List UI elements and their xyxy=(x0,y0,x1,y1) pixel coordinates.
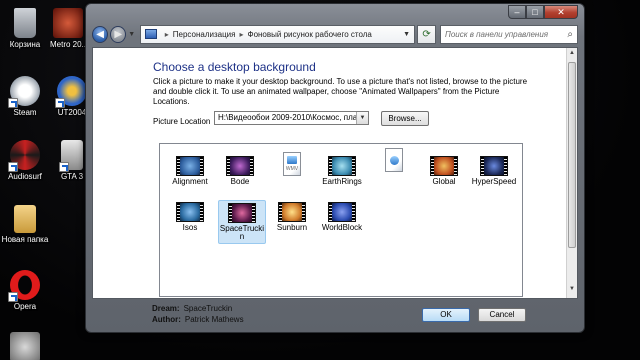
wallpaper-item-document-file[interactable] xyxy=(370,148,418,174)
wmv-file-icon: WMV xyxy=(283,152,301,176)
refresh-button[interactable]: ⟳ xyxy=(417,24,437,44)
video-thumbnail-icon xyxy=(278,202,306,222)
wallpaper-name: Alignment xyxy=(172,177,208,186)
cancel-button[interactable]: Cancel xyxy=(478,308,526,322)
ok-button[interactable]: OK xyxy=(422,308,470,322)
author-info: Author: Patrick Mathews xyxy=(152,315,244,324)
wallpaper-item-isos[interactable]: Isos xyxy=(166,202,214,232)
arrow-left-icon: ◀ xyxy=(96,28,104,40)
desktop-icon-opera[interactable]: Opera xyxy=(0,270,53,311)
personalization-window: – □ ✕ ◀ ▶ ▼ ▸ Персонализация ▸ Фоновый р… xyxy=(85,3,585,333)
video-thumbnail-icon xyxy=(328,156,356,176)
shortcut-arrow-icon xyxy=(55,98,65,108)
shortcut-arrow-icon xyxy=(8,162,18,172)
navigation-bar: ◀ ▶ ▼ ▸ Персонализация ▸ Фоновый рисунок… xyxy=(92,23,578,45)
desktop-icon-label: Новая папка xyxy=(1,235,49,244)
vertical-scrollbar[interactable]: ▲ ▼ xyxy=(566,48,577,298)
dream-label: Dream: xyxy=(152,304,180,313)
close-button[interactable]: ✕ xyxy=(544,5,578,19)
desktop-icon-new-folder[interactable]: Новая папка xyxy=(0,205,53,244)
chevron-down-icon[interactable]: ▼ xyxy=(356,112,368,124)
maximize-button[interactable]: □ xyxy=(526,5,544,19)
arrow-right-icon: ▶ xyxy=(114,28,123,40)
forward-button[interactable]: ▶ xyxy=(110,25,127,43)
search-icon[interactable]: ⌕ xyxy=(567,29,573,40)
wallpaper-item-global[interactable]: Global xyxy=(420,156,468,186)
video-thumbnail-icon xyxy=(176,156,204,176)
wallpaper-item-bode[interactable]: Bode xyxy=(216,156,264,186)
document-file-icon xyxy=(385,148,403,172)
author-value: Patrick Mathews xyxy=(184,315,244,324)
audiosurf-icon xyxy=(8,140,40,172)
video-thumbnail-icon xyxy=(176,202,204,222)
desktop-icon-partial[interactable] xyxy=(0,332,53,360)
wallpaper-name: WorldBlock xyxy=(321,223,363,232)
dream-value: SpaceTruckin xyxy=(183,304,233,313)
breadcrumb-desktop-background[interactable]: Фоновый рисунок рабочего стола xyxy=(247,30,371,39)
picture-location-label: Picture Location xyxy=(153,117,211,126)
wallpaper-item-hyperspeed[interactable]: HyperSpeed xyxy=(470,156,518,186)
app-icon xyxy=(10,332,40,360)
wallpaper-item-spacetruckin[interactable]: SpaceTruckin xyxy=(218,200,266,244)
video-thumbnail-icon xyxy=(226,156,254,176)
page-title: Choose a desktop background xyxy=(153,60,316,74)
dream-info: Dream: SpaceTruckin xyxy=(152,304,232,313)
ut2004-icon xyxy=(55,76,87,108)
wallpaper-item-worldblock[interactable]: WorldBlock xyxy=(318,202,366,232)
video-thumbnail-icon xyxy=(430,156,458,176)
wallpaper-name: EarthRings xyxy=(322,177,362,186)
search-placeholder: Поиск в панели управления xyxy=(445,29,549,39)
gta3-icon xyxy=(59,140,83,172)
breadcrumb-separator-icon[interactable]: ▸ xyxy=(165,30,169,39)
wallpaper-gallery: Alignment Bode WMV EarthRings Global Hyp… xyxy=(159,143,523,297)
author-label: Author: xyxy=(152,315,181,324)
details-bar: Dream: SpaceTruckin Author: Patrick Mathew… xyxy=(92,300,578,330)
desktop-icon-label: Opera xyxy=(13,302,37,311)
wallpaper-name: Sunburn xyxy=(276,223,308,232)
wallpaper-item-sunburn[interactable]: Sunburn xyxy=(268,202,316,232)
metro-game-icon xyxy=(53,8,83,38)
scroll-down-icon[interactable]: ▼ xyxy=(567,286,577,296)
recycle-bin-icon xyxy=(14,8,36,38)
refresh-icon: ⟳ xyxy=(422,28,431,40)
page-description: Click a picture to make it your desktop … xyxy=(153,77,528,106)
scrollbar-thumb[interactable] xyxy=(568,62,576,248)
breadcrumb-personalization[interactable]: Персонализация xyxy=(173,30,236,39)
wallpaper-name: Bode xyxy=(230,177,250,186)
scroll-up-icon[interactable]: ▲ xyxy=(567,50,577,60)
address-dropdown-icon[interactable]: ▼ xyxy=(403,31,410,38)
wallpaper-name: HyperSpeed xyxy=(471,177,517,186)
wallpaper-item-earthrings[interactable]: EarthRings xyxy=(318,156,366,186)
wallpaper-name: Global xyxy=(432,177,456,186)
wallpaper-name: SpaceTruckin xyxy=(219,224,265,241)
browse-button[interactable]: Browse... xyxy=(381,111,429,126)
steam-icon xyxy=(8,76,40,108)
shortcut-arrow-icon xyxy=(8,98,18,108)
control-panel-icon xyxy=(144,29,157,39)
search-input[interactable]: Поиск в панели управления ⌕ xyxy=(440,24,578,44)
wallpaper-item-alignment[interactable]: Alignment xyxy=(166,156,214,186)
folder-icon xyxy=(14,205,36,233)
address-bar[interactable]: ▸ Персонализация ▸ Фоновый рисунок рабоч… xyxy=(139,24,416,44)
wallpaper-name: Isos xyxy=(182,223,198,232)
shortcut-arrow-icon xyxy=(59,162,69,172)
recent-pages-dropdown[interactable]: ▼ xyxy=(128,31,136,38)
window-controls: – □ ✕ xyxy=(508,5,578,19)
picture-location-select[interactable]: H:\Видеообои 2009-2010\Космос, планет ▼ xyxy=(214,111,369,125)
back-button[interactable]: ◀ xyxy=(92,25,109,43)
wallpaper-item-wmv-file[interactable]: WMV xyxy=(268,152,316,178)
opera-icon xyxy=(8,270,40,302)
shortcut-arrow-icon xyxy=(8,292,18,302)
content-pane: Choose a desktop background Click a pict… xyxy=(92,47,578,299)
video-thumbnail-icon xyxy=(328,202,356,222)
minimize-button[interactable]: – xyxy=(508,5,526,19)
video-thumbnail-icon xyxy=(228,203,256,223)
picture-location-value: H:\Видеообои 2009-2010\Космос, планет xyxy=(218,113,369,122)
breadcrumb-separator-icon[interactable]: ▸ xyxy=(239,30,243,39)
video-thumbnail-icon xyxy=(480,156,508,176)
